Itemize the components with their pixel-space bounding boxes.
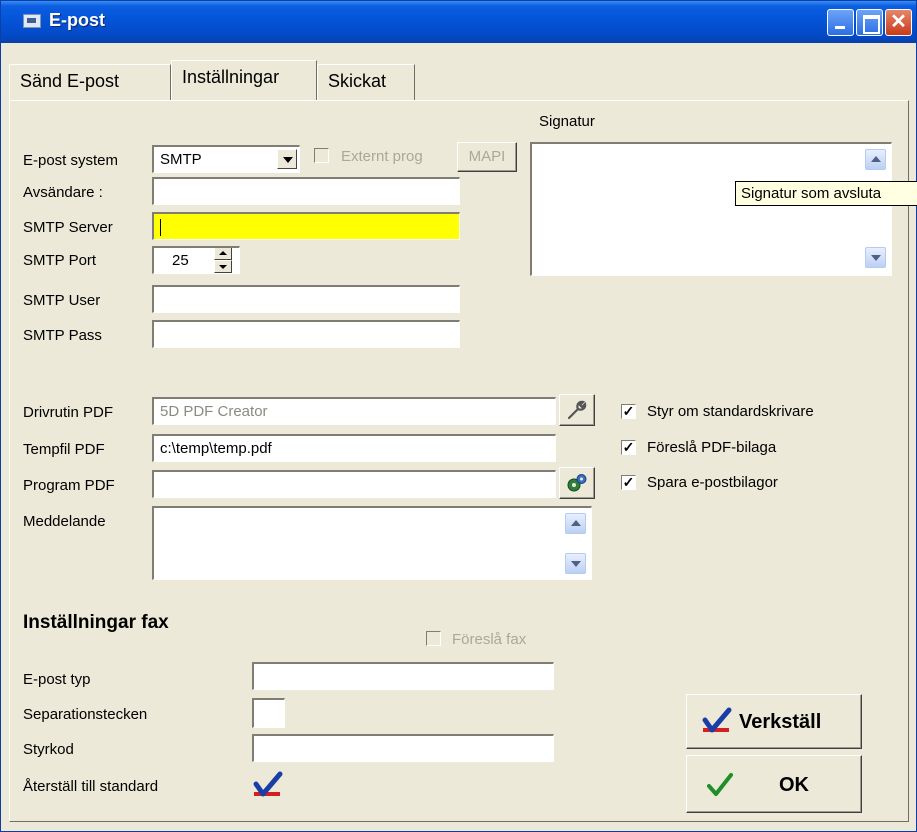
save-attachments-checkbox[interactable]: ✓ [621,475,636,490]
signature-textarea[interactable] [530,142,892,276]
control-code-label: Styrkod [23,741,74,758]
signature-scroll-down[interactable] [865,247,886,268]
smtp-pass-input[interactable] [152,320,460,348]
arrow-down-icon [871,255,881,261]
smtp-pass-label: SMTP Pass [23,327,102,344]
window-icon [23,14,41,28]
email-settings-window: E-post ✕ Sänd E-post Inställningar Skick… [0,0,917,832]
maximize-button[interactable] [856,9,883,36]
title-bar[interactable]: E-post ✕ [1,1,916,43]
message-scroll-up[interactable] [565,513,586,534]
smtp-server-input[interactable] [152,212,460,240]
reset-default-label: Återställ till standard [23,778,159,795]
external-prog-label: Externt prog [341,148,423,165]
email-system-label: E-post system [23,152,119,169]
separator-label: Separationstecken [23,706,148,723]
arrow-up-icon [871,156,881,162]
signature-scroll-up[interactable] [865,149,886,170]
gears-icon [567,474,587,492]
sender-input[interactable] [152,177,460,205]
sender-label: Avsändare : [23,184,103,201]
smtp-port-value: 25 [172,252,189,269]
smtp-user-label: SMTP User [23,292,101,309]
fax-email-type-input[interactable] [252,662,554,690]
tab-settings[interactable]: Inställningar [171,60,317,100]
smtp-port-label: SMTP Port [23,252,97,269]
redirect-printer-checkbox[interactable]: ✓ [621,404,636,419]
tab-send-email[interactable]: Sänd E-post [9,64,171,100]
fax-heading: Inställningar fax [23,612,169,633]
message-scroll-down[interactable] [565,553,586,574]
control-code-input[interactable] [252,734,554,762]
wrench-icon [567,400,587,420]
text-cursor [160,218,161,236]
checkmark-icon [707,773,733,796]
mapi-button: MAPI [457,142,517,172]
fax-email-type-label: E-post typ [23,671,91,688]
apply-button[interactable]: Verkställ [686,694,862,749]
email-system-value: SMTP [160,151,202,168]
close-button[interactable]: ✕ [885,9,912,36]
pdf-program-input[interactable] [152,470,556,498]
suggest-fax-label: Föreslå fax [452,631,527,648]
external-prog-checkbox [314,148,329,163]
ok-button[interactable]: OK [686,755,862,813]
message-label: Meddelande [23,513,106,530]
email-system-select[interactable]: SMTP [152,145,300,173]
chevron-down-icon[interactable] [277,149,297,169]
save-attachments-label: Spara e-postbilagor [647,474,778,491]
spin-up-icon[interactable] [214,248,232,260]
redirect-printer-label: Styr om standardskrivare [647,403,814,420]
apply-check-icon [702,707,732,733]
pdf-tempfile-input[interactable]: c:\temp\temp.pdf [152,434,556,462]
apply-check-icon [253,771,283,797]
suggest-pdf-label: Föreslå PDF-bilaga [647,439,777,456]
message-textarea[interactable] [152,506,592,580]
arrow-down-icon [571,561,581,567]
smtp-server-label: SMTP Server [23,219,113,236]
arrow-up-icon [571,520,581,526]
minimize-button[interactable] [827,9,854,36]
spin-down-icon[interactable] [214,260,232,273]
pdf-driver-label: Drivrutin PDF [23,404,114,421]
smtp-port-input[interactable]: 25 [152,246,240,274]
close-icon: ✕ [890,11,907,33]
ok-button-label: OK [779,774,809,796]
separator-input[interactable] [252,698,285,728]
pdf-program-label: Program PDF [23,477,115,494]
reset-default-button[interactable] [250,770,286,802]
smtp-user-input[interactable] [152,285,460,313]
signature-label: Signatur [539,113,595,130]
pdf-program-button[interactable] [559,467,595,499]
suggest-fax-checkbox [426,631,441,646]
suggest-pdf-checkbox[interactable]: ✓ [621,440,636,455]
signature-tooltip: Signatur som avsluta [735,181,917,206]
pdf-tempfile-label: Tempfil PDF [23,441,105,458]
window-title: E-post [49,10,105,30]
apply-button-label: Verkställ [739,711,822,733]
tab-sent[interactable]: Skickat [317,64,415,100]
pdf-driver-button[interactable] [559,394,595,426]
port-spinner[interactable] [214,248,232,273]
pdf-driver-input[interactable]: 5D PDF Creator [152,397,556,425]
